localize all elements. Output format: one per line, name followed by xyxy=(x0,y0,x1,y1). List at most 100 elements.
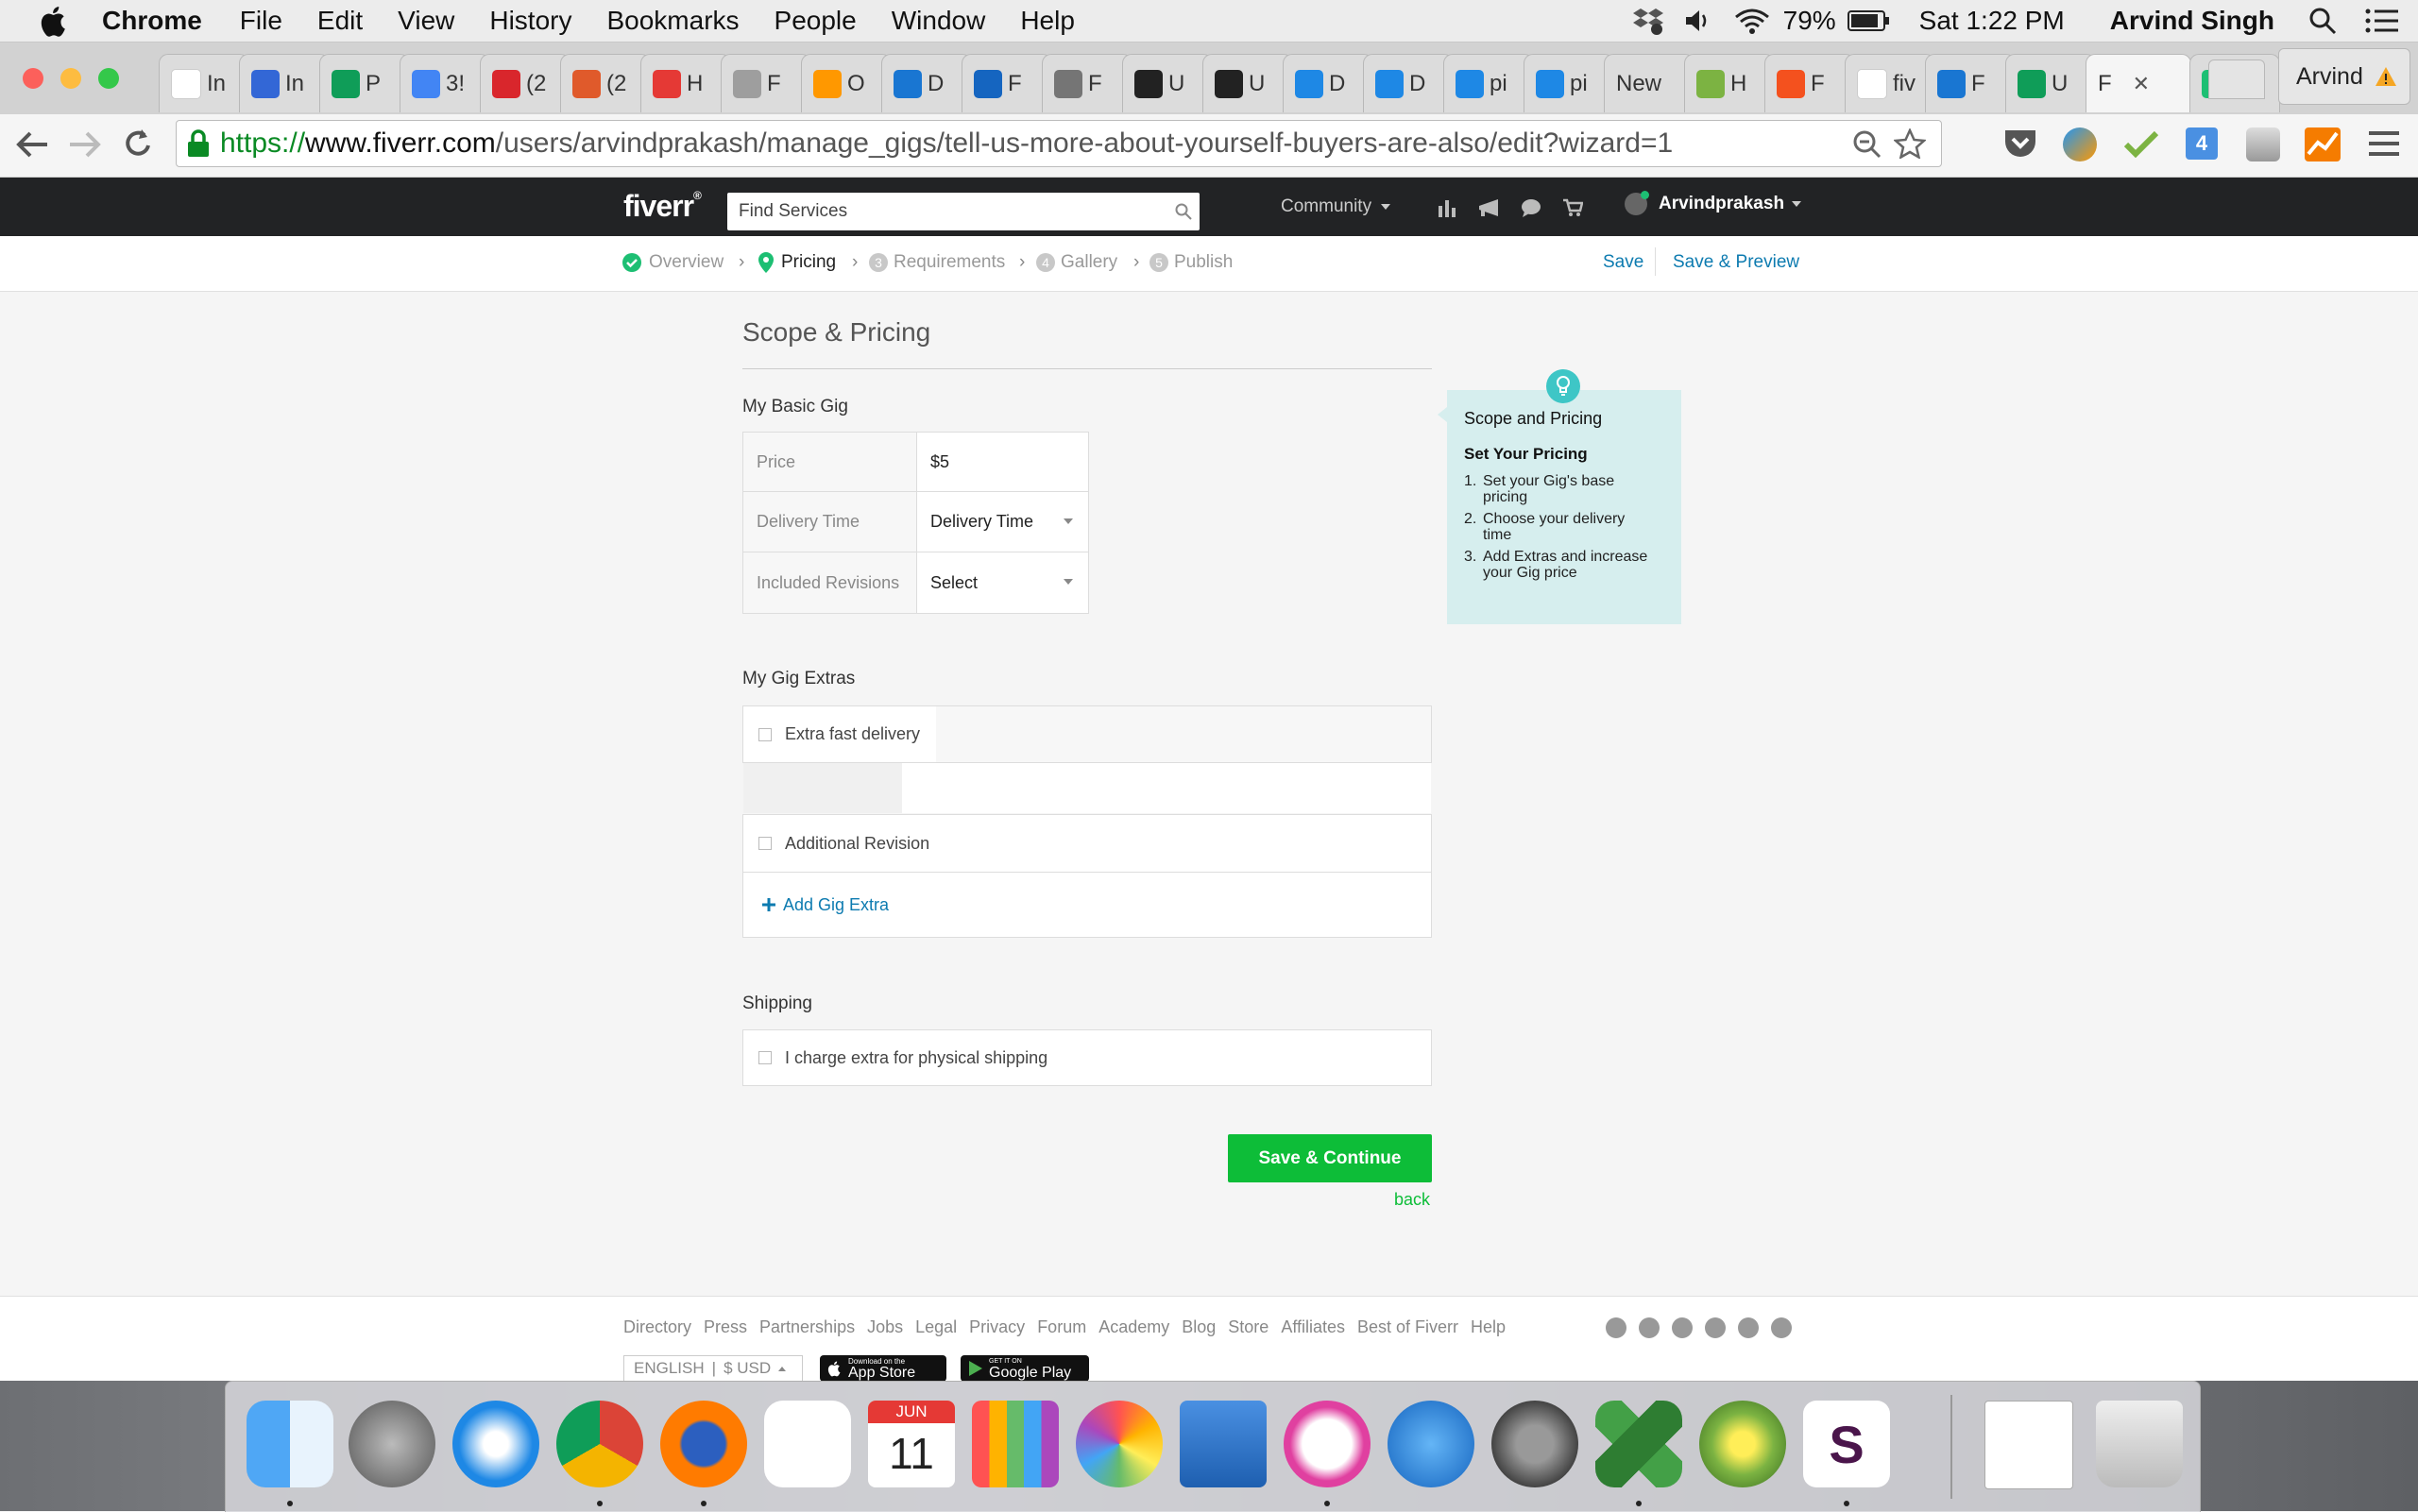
app-store-badge[interactable]: Download on the App Store xyxy=(820,1355,946,1382)
photos-icon[interactable] xyxy=(1076,1401,1163,1487)
save-preview-link[interactable]: Save & Preview xyxy=(1673,252,1799,273)
itunes-icon[interactable] xyxy=(1284,1401,1371,1487)
user-menu[interactable]: Arvindprakash xyxy=(1625,191,1802,215)
browser-tab[interactable]: U xyxy=(1122,54,1213,112)
browser-tab[interactable]: New xyxy=(1604,54,1694,112)
extra-fast-delivery-checkbox[interactable] xyxy=(758,727,772,741)
footer-link[interactable]: Jobs xyxy=(867,1317,903,1337)
documents-stack-icon[interactable] xyxy=(1984,1401,2073,1489)
browser-tab[interactable]: F xyxy=(1925,54,2016,112)
wifi-icon[interactable] xyxy=(1734,8,1770,34)
browser-tab[interactable]: U xyxy=(2005,54,2096,112)
safari-icon[interactable] xyxy=(452,1401,539,1487)
browser-tab[interactable]: F xyxy=(1764,54,1855,112)
browser-tab[interactable]: 3! xyxy=(400,54,490,112)
browser-tab[interactable]: In xyxy=(239,54,330,112)
step-requirements[interactable]: 3 Requirements xyxy=(869,252,1005,273)
facebook-icon[interactable] xyxy=(1738,1317,1759,1338)
window-minimize-button[interactable] xyxy=(60,68,81,89)
grid-app-icon[interactable] xyxy=(764,1401,851,1487)
analytics-extension-icon[interactable] xyxy=(2305,127,2341,161)
battery-icon[interactable] xyxy=(1847,9,1891,32)
search-icon[interactable] xyxy=(1175,203,1192,220)
footer-link[interactable]: Press xyxy=(704,1317,747,1337)
linkedin-icon[interactable] xyxy=(1639,1317,1660,1338)
step-publish[interactable]: 5 Publish xyxy=(1149,252,1233,273)
slack-icon[interactable]: S xyxy=(1803,1401,1890,1487)
calendar-icon[interactable]: JUN 11 xyxy=(868,1401,955,1487)
extension-grey-icon[interactable] xyxy=(2246,127,2280,161)
menu-bookmarks[interactable]: Bookmarks xyxy=(606,6,739,36)
browser-tab[interactable]: fiv xyxy=(1845,54,1935,112)
step-pricing[interactable]: Pricing xyxy=(757,252,836,273)
analytics-bars-icon[interactable] xyxy=(1438,198,1456,217)
menu-people[interactable]: People xyxy=(775,6,857,36)
save-link[interactable]: Save xyxy=(1603,252,1643,273)
browser-tab[interactable]: F xyxy=(962,54,1052,112)
new-tab-button[interactable] xyxy=(2208,59,2265,99)
apple-logo-icon[interactable] xyxy=(36,4,74,38)
firefox-icon[interactable] xyxy=(660,1401,747,1487)
profile-button[interactable]: Arvind xyxy=(2278,48,2410,105)
google-play-badge[interactable]: GET IT ON Google Play xyxy=(961,1355,1089,1382)
trash-icon[interactable] xyxy=(2096,1401,2183,1487)
messages-icon[interactable] xyxy=(1521,198,1541,217)
numbers-icon[interactable] xyxy=(972,1401,1059,1487)
browser-tab[interactable]: F xyxy=(721,54,811,112)
browser-tab[interactable]: (2 xyxy=(480,54,570,112)
community-menu[interactable]: Community xyxy=(1281,196,1391,217)
volume-icon[interactable] xyxy=(1683,8,1711,34)
footer-link[interactable]: Partnerships xyxy=(759,1317,855,1337)
fiverr-logo[interactable]: fiverr® xyxy=(623,189,702,224)
footer-link[interactable]: Directory xyxy=(623,1317,691,1337)
menu-window[interactable]: Window xyxy=(892,6,986,36)
bookmark-star-icon[interactable] xyxy=(1894,128,1926,159)
find-services-input[interactable]: Find Services xyxy=(727,193,1200,230)
physical-shipping-checkbox[interactable] xyxy=(758,1051,772,1064)
app-menu-chrome[interactable]: Chrome xyxy=(102,6,202,36)
browser-tab[interactable]: D xyxy=(1363,54,1454,112)
footer-link[interactable]: Affiliates xyxy=(1281,1317,1345,1337)
footer-link[interactable]: Forum xyxy=(1037,1317,1086,1337)
menubar-user[interactable]: Arvind Singh xyxy=(2110,6,2274,36)
extra-fast-delivery-option[interactable]: Extra fast delivery xyxy=(743,706,936,762)
physical-shipping-row[interactable]: I charge extra for physical shipping xyxy=(742,1029,1432,1086)
megaphone-icon[interactable] xyxy=(1477,198,1502,217)
footer-link[interactable]: Academy xyxy=(1098,1317,1169,1337)
footer-link[interactable]: Best of Fiverr xyxy=(1357,1317,1458,1337)
menubar-clock[interactable]: Sat 1:22 PM xyxy=(1919,6,2065,36)
language-currency-select[interactable]: ENGLISH | $ USD xyxy=(623,1355,803,1382)
delivery-time-select[interactable]: Delivery Time xyxy=(916,491,1089,552)
step-overview[interactable]: Overview xyxy=(622,252,724,273)
finder-icon[interactable] xyxy=(247,1401,333,1487)
dropbox-icon[interactable] xyxy=(1632,7,1664,35)
menu-view[interactable]: View xyxy=(398,6,454,36)
included-revisions-select[interactable]: Select xyxy=(916,552,1089,614)
address-bar[interactable]: https://www.fiverr.com/users/arvindpraka… xyxy=(176,120,1942,167)
extension-swirl-icon[interactable] xyxy=(2063,127,2097,161)
zoom-icon[interactable] xyxy=(1852,129,1882,160)
window-close-button[interactable] xyxy=(23,68,43,89)
browser-tab[interactable]: (2 xyxy=(560,54,651,112)
price-input[interactable]: $5 xyxy=(916,432,1089,492)
additional-revision-checkbox[interactable] xyxy=(758,837,772,850)
notification-center-icon[interactable] xyxy=(2365,8,2399,33)
browser-tab[interactable]: In xyxy=(159,54,249,112)
pocket-extension-icon[interactable] xyxy=(2002,127,2038,160)
browser-tab[interactable]: D xyxy=(1283,54,1373,112)
browser-tab[interactable]: H xyxy=(1684,54,1775,112)
lock-icon[interactable] xyxy=(186,128,211,159)
reload-icon[interactable] xyxy=(123,127,153,160)
checkmark-extension-icon[interactable] xyxy=(2123,129,2159,158)
artichoke-app-icon[interactable] xyxy=(1699,1401,1786,1487)
menu-help[interactable]: Help xyxy=(1020,6,1075,36)
menu-edit[interactable]: Edit xyxy=(317,6,363,36)
forward-arrow-icon[interactable] xyxy=(68,129,102,160)
close-tab-icon[interactable]: ✕ xyxy=(2133,72,2150,96)
extension-badge-icon[interactable]: 4 xyxy=(2186,127,2218,160)
footer-link[interactable]: Help xyxy=(1471,1317,1506,1337)
step-gallery[interactable]: 4 Gallery xyxy=(1036,252,1117,273)
additional-revision-row[interactable]: Additional Revision xyxy=(742,814,1432,873)
menu-file[interactable]: File xyxy=(240,6,282,36)
chrome-menu-icon[interactable] xyxy=(2369,129,2399,158)
